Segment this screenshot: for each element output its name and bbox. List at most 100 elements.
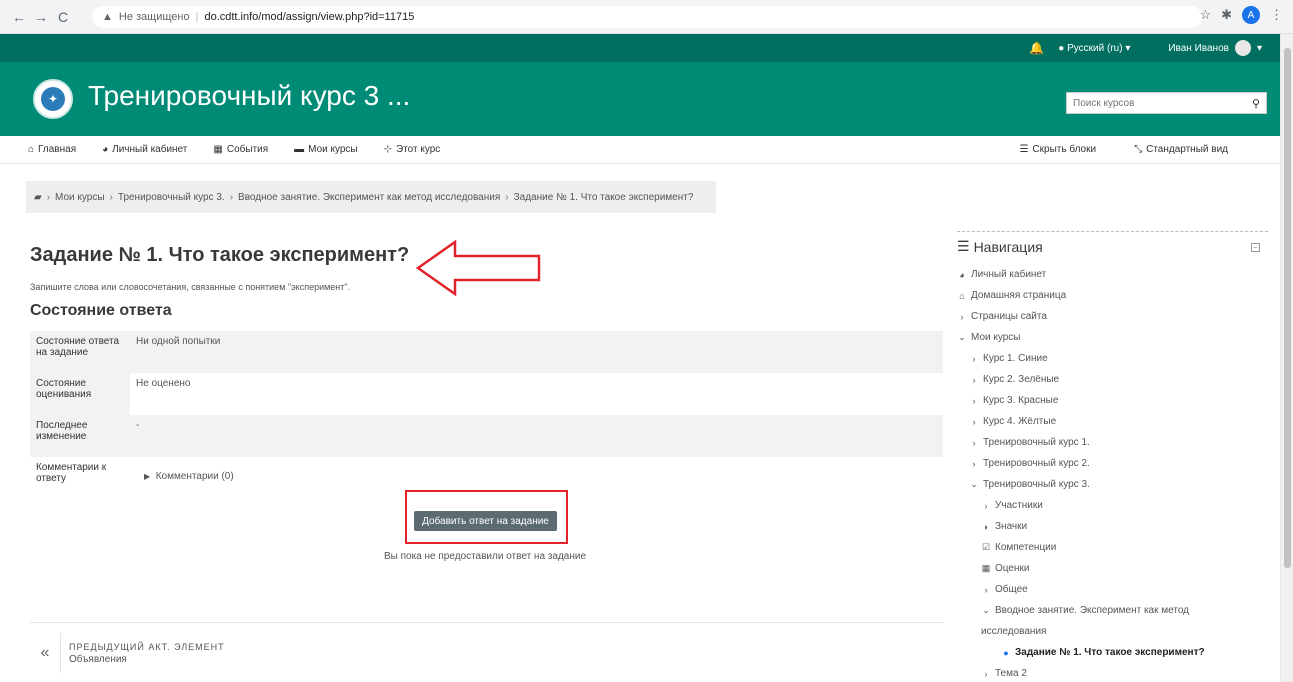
menu-my-courses[interactable]: ▬ Мои курсы	[294, 144, 358, 155]
site-logo[interactable]: ✦	[33, 79, 73, 119]
scrollbar-thumb[interactable]	[1284, 48, 1291, 568]
nav-badges[interactable]: ◗ Значки	[957, 516, 1268, 537]
nav-course[interactable]: › Курс 3. Красные	[957, 390, 1268, 411]
nav-my-courses[interactable]: ⌄ Мои курсы	[957, 327, 1268, 348]
user-avatar	[1234, 40, 1251, 56]
browser-menu-icon[interactable]: ⋮	[1270, 7, 1283, 23]
security-label: Не защищено	[118, 11, 190, 23]
add-submission-button[interactable]: Добавить ответ на задание	[414, 511, 557, 531]
url-text: do.cdtt.info/mod/assign/view.php?id=1171…	[204, 11, 415, 23]
language-menu[interactable]: ● Русский (ru) ▾	[1058, 43, 1130, 54]
nav-label: Вводное занятие. Эксперимент как метод	[995, 605, 1190, 616]
menu-dashboard-label: Личный кабинет	[112, 144, 188, 155]
nav-intro-section[interactable]: ⌄ Вводное занятие. Эксперимент как метод	[957, 600, 1268, 621]
nav-label: Курс 1. Синие	[983, 353, 1048, 364]
nav-site-pages[interactable]: › Страницы сайта	[957, 306, 1268, 327]
chevron-right-icon: ›	[984, 584, 988, 595]
nav-course-current[interactable]: ⌄ Тренировочный курс 3.	[957, 474, 1268, 495]
sitemap-icon: ⊹	[383, 144, 393, 155]
nav-course[interactable]: › Курс 4. Жёлтые	[957, 411, 1268, 432]
browser-toolbar: ← → C ▲ Не защищено | do.cdtt.info/mod/a…	[0, 0, 1293, 34]
top-navbar: 🔔 ● Русский (ru) ▾ Иван Иванов ▾	[0, 34, 1280, 62]
nav-dashboard[interactable]: ◕ Личный кабинет	[957, 264, 1268, 285]
custom-menu: ⌂ Главная ◕ Личный кабинет ▦ События ▬ Мои к…	[0, 136, 1280, 164]
double-chevron-left-icon: «	[40, 644, 50, 661]
nav-grades[interactable]: ▦ Оценки	[957, 558, 1268, 579]
extensions-puzzle-icon[interactable]: ✱	[1221, 7, 1232, 23]
row-value: Ни одной попытки	[136, 336, 221, 347]
notification-bell-icon[interactable]: 🔔	[1029, 41, 1044, 55]
user-menu[interactable]: Иван Иванов ▾	[1168, 40, 1262, 56]
dashboard-icon: ◕	[102, 144, 109, 155]
nav-course[interactable]: › Тренировочный курс 2.	[957, 453, 1268, 474]
standard-view-toggle[interactable]: ⤡ Стандартный вид	[1134, 144, 1228, 155]
url-separator: |	[195, 11, 199, 23]
nav-current-assignment[interactable]: ● Задание № 1. Что такое эксперимент?	[957, 642, 1268, 663]
row-label: Последнее изменение	[36, 420, 88, 442]
forward-icon[interactable]: →	[30, 6, 52, 28]
menu-home[interactable]: ⌂ Главная	[28, 144, 76, 155]
course-search: ⚲	[1066, 92, 1267, 114]
nav-general[interactable]: › Общее	[957, 579, 1268, 600]
home-icon: ⌂	[28, 144, 35, 155]
breadcrumb-item[interactable]: Задание № 1. Что такое эксперимент?	[514, 192, 694, 203]
nav-intro-section-cont[interactable]: исследования	[957, 621, 1268, 642]
page-scrollbar[interactable]	[1280, 34, 1293, 682]
previous-activity-name: Объявления	[69, 653, 127, 665]
menu-home-label: Главная	[38, 144, 77, 155]
submission-status-heading: Состояние ответа	[30, 302, 172, 319]
reload-icon[interactable]: C	[52, 6, 74, 28]
nav-site-home[interactable]: ⌂ Домашняя страница	[957, 285, 1268, 306]
navigation-tree: ◕ Личный кабинет ⌂ Домашняя страница › Стра…	[957, 264, 1268, 682]
row-value: Не оценено	[130, 373, 943, 415]
chevron-right-icon: ›	[972, 353, 976, 364]
collapse-block-icon[interactable]: –	[1251, 243, 1260, 252]
nav-participants[interactable]: › Участники	[957, 495, 1268, 516]
hide-blocks-toggle[interactable]: ☰ Скрыть блоки	[1019, 144, 1096, 155]
navigation-block: ☰ Навигация – ◕ Личный кабинет ⌂ Домашняя …	[957, 231, 1268, 682]
nav-course[interactable]: › Тренировочный курс 1.	[957, 432, 1268, 453]
breadcrumb-item[interactable]: Вводное занятие. Эксперимент как метод и…	[238, 192, 500, 203]
folder-icon[interactable]: ▰	[34, 192, 42, 203]
course-search-input[interactable]	[1067, 93, 1246, 113]
chevron-right-icon: ›	[972, 395, 976, 406]
table-row: Состояние оценивания Не оценено	[30, 373, 943, 415]
chevron-right-icon: ›	[972, 416, 976, 427]
breadcrumb-item[interactable]: Тренировочный курс 3.	[118, 192, 225, 203]
menu-my-courses-label: Мои курсы	[308, 144, 358, 155]
breadcrumb-separator: ›	[109, 191, 113, 203]
menu-dashboard[interactable]: ◕ Личный кабинет	[102, 144, 187, 155]
address-bar[interactable]: ▲ Не защищено | do.cdtt.info/mod/assign/…	[92, 6, 1202, 28]
home-icon: ⌂	[959, 290, 965, 301]
menu-right: ☰ Скрыть блоки ⤡ Стандартный вид	[1019, 144, 1254, 155]
menu-this-course-label: Этот курс	[396, 144, 441, 155]
nav-label: Компетенции	[995, 542, 1057, 553]
nav-competencies[interactable]: ☑ Компетенции	[957, 537, 1268, 558]
breadcrumb-separator: ›	[46, 191, 51, 203]
menu-events[interactable]: ▦ События	[213, 144, 268, 155]
briefcase-icon: ▬	[294, 144, 305, 155]
nav-label: Общее	[995, 584, 1028, 595]
nav-topic-2[interactable]: › Тема 2	[957, 663, 1268, 682]
nav-label: Тренировочный курс 1.	[983, 437, 1090, 448]
breadcrumb-item[interactable]: Мои курсы	[55, 192, 105, 203]
search-icon[interactable]: ⚲	[1246, 97, 1266, 110]
comments-link[interactable]: Комментарии (0)	[156, 471, 234, 482]
menu-events-label: События	[226, 144, 269, 155]
row-label: Состояние ответа на задание	[36, 336, 120, 358]
page-title: Задание № 1. Что такое эксперимент?	[30, 244, 410, 266]
globe-icon: ●	[1058, 42, 1065, 54]
nav-label: Домашняя страница	[971, 290, 1067, 301]
profile-avatar[interactable]: A	[1242, 6, 1260, 24]
menu-this-course[interactable]: ⊹ Этот курс	[384, 144, 441, 155]
previous-activity-link[interactable]: « ПРЕДЫДУЩИЙ АКТ. ЭЛЕМЕНТ Объявления	[30, 630, 225, 676]
site-header: ✦ Тренировочный курс 3 ... ⚲	[0, 62, 1280, 136]
bookmark-star-icon[interactable]: ☆	[1199, 7, 1211, 23]
nav-course[interactable]: › Курс 2. Зелёные	[957, 369, 1268, 390]
back-icon[interactable]: ←	[8, 6, 30, 28]
nav-label: Участники	[995, 500, 1043, 511]
breadcrumb-separator: ›	[229, 191, 234, 203]
chevron-right-icon: ›	[984, 500, 988, 511]
table-row: Последнее изменение -	[30, 415, 943, 457]
nav-course[interactable]: › Курс 1. Синие	[957, 348, 1268, 369]
